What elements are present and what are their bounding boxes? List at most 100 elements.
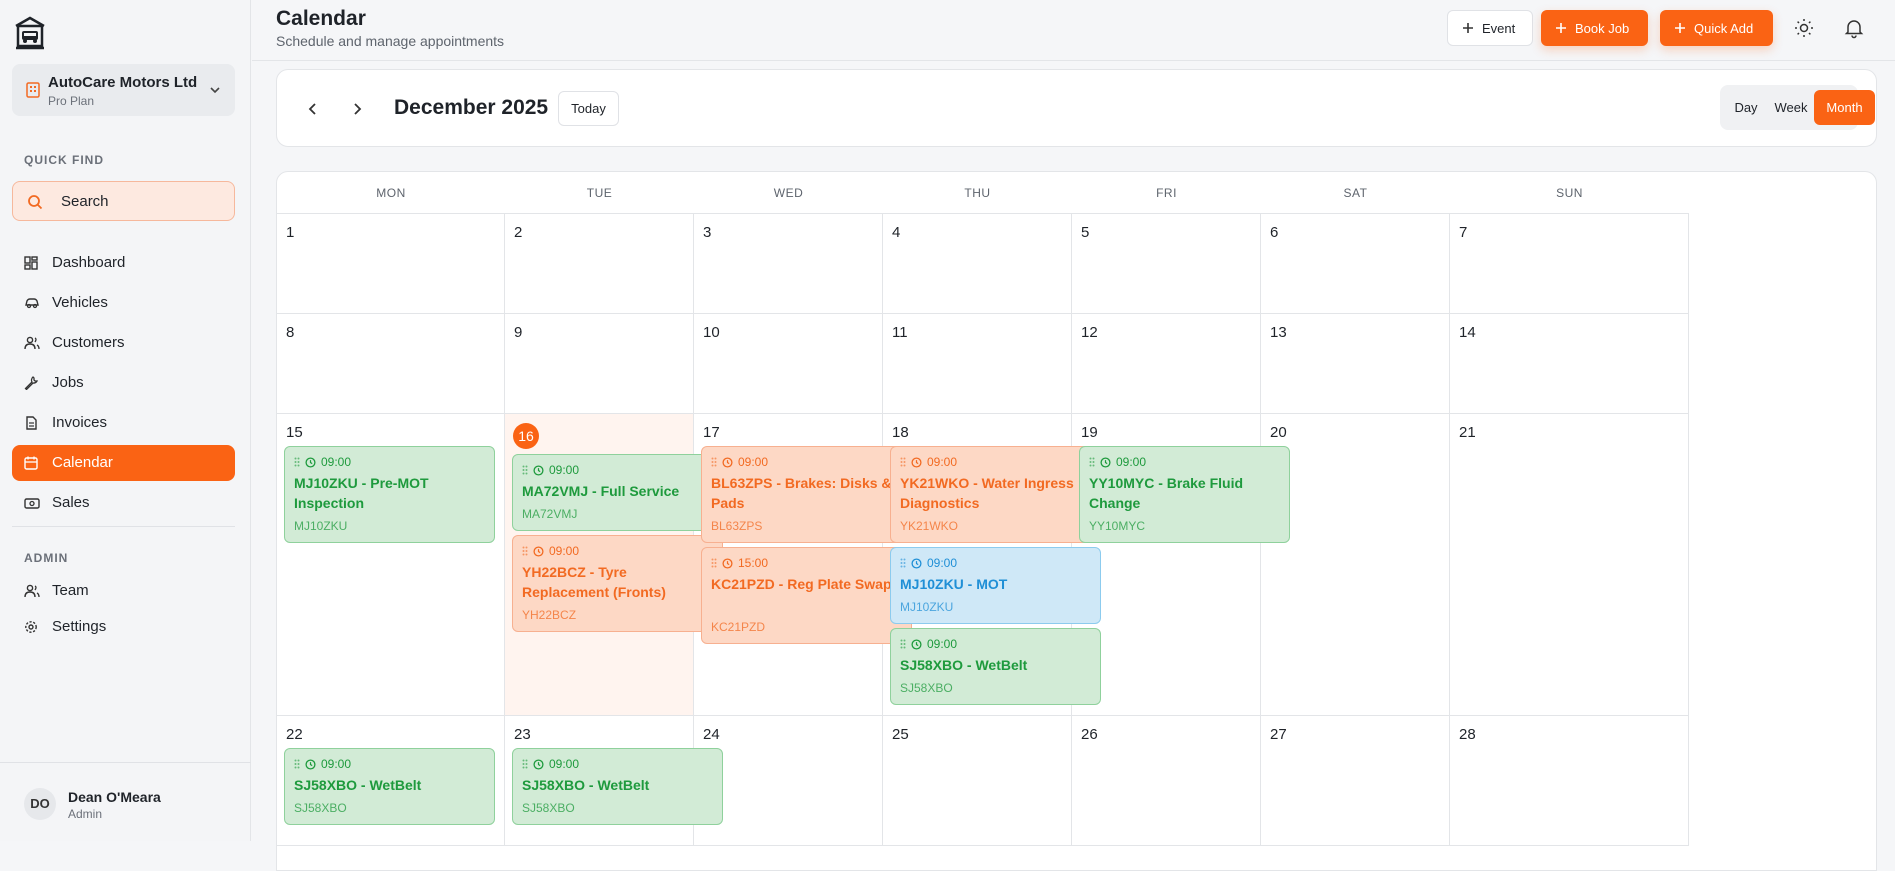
- appointment-card[interactable]: 09:00 SJ58XBO - WetBelt SJ58XBO: [512, 748, 723, 825]
- day-cell[interactable]: 18 09:00 YK21WKO - Water Ingress Diagnosti…: [883, 414, 1101, 716]
- search-button[interactable]: Search: [12, 181, 235, 221]
- organization-switcher[interactable]: AutoCare Motors Ltd Pro Plan: [12, 64, 235, 116]
- add-event-label: Event: [1482, 20, 1516, 36]
- day-cell[interactable]: 13: [1261, 314, 1450, 414]
- weekday-header: MON: [277, 172, 505, 214]
- day-cell[interactable]: 23 09:00 SJ58XBO - WetBelt SJ58XBO: [505, 716, 723, 846]
- sidebar-item-jobs[interactable]: Jobs: [12, 365, 235, 401]
- drag-handle-icon[interactable]: [522, 546, 528, 556]
- day-cell[interactable]: 2: [505, 214, 694, 314]
- drag-handle-icon[interactable]: [1089, 457, 1095, 467]
- day-cell[interactable]: 14: [1450, 314, 1689, 414]
- day-cell[interactable]: 17 09:00 BL63ZPS - Brakes: Disks & Pads BL6…: [694, 414, 912, 716]
- drag-handle-icon[interactable]: [294, 759, 300, 769]
- day-cell[interactable]: 20: [1261, 414, 1450, 716]
- sidebar-item-label: Jobs: [52, 374, 84, 391]
- appointment-time: 09:00: [294, 455, 351, 469]
- day-cell[interactable]: 28: [1450, 716, 1689, 846]
- user-profile[interactable]: DO Dean O'Meara Admin: [0, 762, 251, 841]
- day-number: 1: [286, 224, 295, 241]
- day-cell[interactable]: 10: [694, 314, 883, 414]
- vehicle-plate: YY10MYC: [1089, 519, 1146, 533]
- day-cell[interactable]: 1: [277, 214, 505, 314]
- view-week-button[interactable]: Week: [1772, 90, 1810, 125]
- today-date-badge: 16: [513, 423, 539, 449]
- sidebar-item-vehicles[interactable]: Vehicles: [12, 285, 235, 321]
- day-cell[interactable]: 27: [1261, 716, 1450, 846]
- day-cell[interactable]: 22 09:00 SJ58XBO - WetBelt SJ58XBO: [277, 716, 505, 846]
- sidebar-item-team[interactable]: Team: [12, 573, 235, 609]
- drag-handle-icon[interactable]: [294, 457, 300, 467]
- sidebar-item-customers[interactable]: Customers: [12, 325, 235, 361]
- vehicle-plate: MA72VMJ: [522, 507, 578, 521]
- day-number: 26: [1081, 726, 1098, 743]
- drag-handle-icon[interactable]: [522, 759, 528, 769]
- appointment-card[interactable]: 09:00 SJ58XBO - WetBelt SJ58XBO: [890, 628, 1101, 705]
- day-cell[interactable]: 7: [1450, 214, 1689, 314]
- day-cell[interactable]: 16 09:00 MA72VMJ - Full Service MA72VMJ 09:0…: [505, 414, 723, 716]
- vehicle-plate: SJ58XBO: [522, 801, 575, 815]
- day-cell[interactable]: 21: [1450, 414, 1689, 716]
- day-number: 12: [1081, 324, 1098, 341]
- day-number: 17: [703, 424, 720, 441]
- day-cell[interactable]: 9: [505, 314, 694, 414]
- appointment-card[interactable]: 09:00 YK21WKO - Water Ingress Diagnostics…: [890, 446, 1101, 543]
- day-number: 22: [286, 726, 303, 743]
- sidebar-divider: [12, 526, 235, 527]
- weekday-header: SAT: [1261, 172, 1450, 214]
- clock-icon: [1100, 456, 1111, 468]
- day-cell[interactable]: 26: [1072, 716, 1261, 846]
- page-title: Calendar: [276, 7, 366, 30]
- drag-handle-icon[interactable]: [522, 465, 528, 475]
- day-cell[interactable]: 4: [883, 214, 1072, 314]
- appointment-time: 09:00: [711, 455, 768, 469]
- sidebar-item-calendar[interactable]: Calendar: [12, 445, 235, 481]
- view-day-button[interactable]: Day: [1724, 90, 1768, 125]
- book-job-button[interactable]: Book Job: [1541, 10, 1648, 46]
- view-month-button[interactable]: Month: [1814, 90, 1875, 125]
- day-cell[interactable]: 11: [883, 314, 1072, 414]
- appointment-card[interactable]: 09:00 MJ10ZKU - Pre-MOT Inspection MJ10ZKU: [284, 446, 495, 543]
- user-name: Dean O'Meara: [68, 789, 161, 805]
- quick-add-button[interactable]: Quick Add: [1660, 10, 1773, 46]
- drag-handle-icon[interactable]: [711, 457, 717, 467]
- day-cell[interactable]: 6: [1261, 214, 1450, 314]
- day-cell[interactable]: 8: [277, 314, 505, 414]
- chevron-right-icon[interactable]: [347, 99, 367, 119]
- appointment-card[interactable]: 09:00 MA72VMJ - Full Service MA72VMJ: [512, 454, 723, 531]
- day-number: 4: [892, 224, 901, 241]
- sidebar-item-dashboard[interactable]: Dashboard: [12, 245, 235, 281]
- day-cell[interactable]: 15 09:00 MJ10ZKU - Pre-MOT Inspection MJ10Z…: [277, 414, 505, 716]
- appointment-card[interactable]: 09:00 SJ58XBO - WetBelt SJ58XBO: [284, 748, 495, 825]
- day-cell[interactable]: 25: [883, 716, 1072, 846]
- appointment-time-label: 09:00: [549, 544, 580, 558]
- chevron-left-icon[interactable]: [303, 99, 323, 119]
- sidebar-item-settings[interactable]: Settings: [12, 609, 235, 645]
- drag-handle-icon[interactable]: [900, 558, 906, 568]
- drag-handle-icon[interactable]: [900, 639, 906, 649]
- appointment-card[interactable]: 09:00 YH22BCZ - Tyre Replacement (Fronts)…: [512, 535, 723, 632]
- day-number: 2: [514, 224, 523, 241]
- clock-icon: [533, 545, 544, 557]
- appointment-time: 09:00: [294, 757, 351, 771]
- day-cell[interactable]: 5: [1072, 214, 1261, 314]
- day-cell[interactable]: 12: [1072, 314, 1261, 414]
- day-cell[interactable]: 3: [694, 214, 883, 314]
- day-cell[interactable]: 24: [694, 716, 883, 846]
- appointment-time-label: 09:00: [927, 455, 958, 469]
- day-cell[interactable]: 19 09:00 YY10MYC - Brake Fluid Change YY10M…: [1072, 414, 1290, 716]
- drag-handle-icon[interactable]: [711, 558, 717, 568]
- appointment-card[interactable]: 09:00 MJ10ZKU - MOT MJ10ZKU: [890, 547, 1101, 624]
- sidebar-item-sales[interactable]: Sales: [12, 485, 235, 521]
- drag-handle-icon[interactable]: [900, 457, 906, 467]
- bell-icon[interactable]: [1842, 16, 1866, 40]
- today-button[interactable]: Today: [558, 91, 619, 126]
- sun-icon[interactable]: [1792, 16, 1816, 40]
- add-event-button[interactable]: Event: [1447, 10, 1533, 46]
- sidebar-item-invoices[interactable]: Invoices: [12, 405, 235, 441]
- sidebar-item-label: Vehicles: [52, 294, 108, 311]
- appointment-card[interactable]: 09:00 BL63ZPS - Brakes: Disks & Pads BL63Z…: [701, 446, 912, 543]
- day-number: 3: [703, 224, 712, 241]
- appointment-card[interactable]: 09:00 YY10MYC - Brake Fluid Change YY10MYC: [1079, 446, 1290, 543]
- appointment-card[interactable]: 15:00 KC21PZD - Reg Plate Swap KC21PZD: [701, 547, 912, 644]
